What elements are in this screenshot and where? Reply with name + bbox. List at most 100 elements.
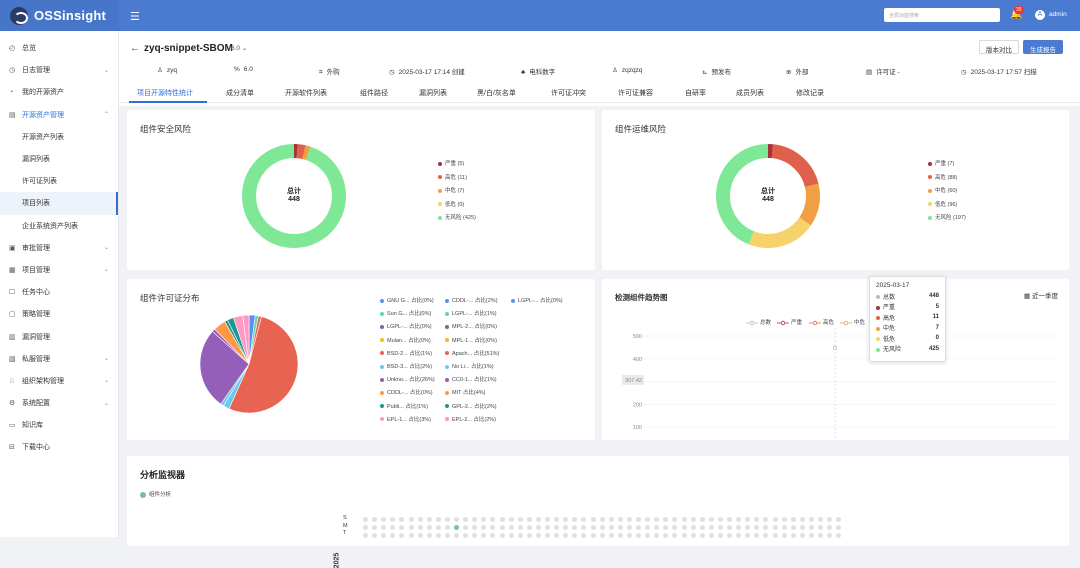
heatmap-cell[interactable] — [572, 533, 577, 538]
legend-item[interactable]: 中危 (60) — [928, 186, 957, 194]
heatmap-cell[interactable] — [490, 525, 495, 530]
heatmap-cell[interactable] — [827, 525, 832, 530]
heatmap-cell[interactable] — [800, 533, 805, 538]
legend-item[interactable]: Mulan... 占比(0%) — [380, 336, 431, 344]
legend-item[interactable]: 低危 (0) — [438, 200, 464, 208]
heatmap-cell[interactable] — [800, 525, 805, 530]
sidebar-item[interactable]: ◷日志管理⌄ — [0, 59, 118, 81]
heatmap-cell[interactable] — [645, 517, 650, 522]
sidebar-item[interactable]: ▥漏洞管理 — [0, 325, 118, 347]
sidebar-item[interactable]: ⊟下载中心 — [0, 436, 118, 458]
version-select[interactable]: 6.0 ⌄ — [231, 44, 247, 52]
legend-item[interactable]: MIT 占比(4%) — [445, 388, 486, 396]
heatmap-cell[interactable] — [418, 533, 423, 538]
heatmap-cell[interactable] — [818, 525, 823, 530]
heatmap-cell[interactable] — [363, 517, 368, 522]
heatmap-cell[interactable] — [636, 533, 641, 538]
heatmap-cell[interactable] — [727, 533, 732, 538]
heatmap-cell[interactable] — [827, 533, 832, 538]
heatmap-cell[interactable] — [691, 517, 696, 522]
heatmap-cell[interactable] — [409, 533, 414, 538]
sidebar-item[interactable]: ◴总览 — [0, 37, 118, 59]
tab[interactable]: 修改记录 — [796, 88, 824, 98]
heatmap-cell[interactable] — [472, 525, 477, 530]
heatmap-cell[interactable] — [618, 533, 623, 538]
heatmap-cell[interactable] — [791, 533, 796, 538]
heatmap-cell[interactable] — [554, 533, 559, 538]
heatmap-cell[interactable] — [645, 533, 650, 538]
heatmap-cell[interactable] — [436, 525, 441, 530]
heatmap-cell[interactable] — [645, 525, 650, 530]
sidebar-item[interactable]: 许可证列表 — [0, 170, 118, 192]
heatmap-cell[interactable] — [654, 517, 659, 522]
heatmap-cell[interactable] — [591, 525, 596, 530]
heatmap-cell[interactable] — [782, 533, 787, 538]
heatmap-cell[interactable] — [454, 533, 459, 538]
legend-item[interactable]: EPL-1... 占比(3%) — [380, 415, 431, 423]
heatmap-cell[interactable] — [427, 525, 432, 530]
heatmap-cell[interactable] — [490, 533, 495, 538]
heatmap-cell[interactable] — [782, 525, 787, 530]
legend-item[interactable]: 无风险 (197) — [928, 213, 966, 221]
legend-item[interactable]: MPL-2... 占比(0%) — [445, 322, 497, 330]
legend-item[interactable]: CDDL-... 占比(0%) — [380, 388, 433, 396]
heatmap-cell[interactable] — [818, 517, 823, 522]
tab[interactable]: 成员列表 — [736, 88, 764, 98]
heatmap-cell[interactable] — [736, 517, 741, 522]
legend-item[interactable]: BSD-2... 占比(1%) — [380, 349, 432, 357]
security-donut-slice[interactable] — [297, 151, 304, 152]
heatmap-cell[interactable] — [745, 517, 750, 522]
legend-item[interactable]: 无风险 (425) — [438, 213, 476, 221]
sidebar-item[interactable]: ▭知识库 — [0, 414, 118, 436]
heatmap-cell[interactable] — [536, 525, 541, 530]
heatmap-cell[interactable] — [627, 517, 632, 522]
heatmap-cell[interactable] — [454, 525, 459, 530]
heatmap-cell[interactable] — [536, 517, 541, 522]
heatmap-cell[interactable] — [418, 517, 423, 522]
legend-item[interactable]: 中危 (7) — [438, 186, 464, 194]
heatmap-cell[interactable] — [509, 517, 514, 522]
heatmap-cell[interactable] — [436, 533, 441, 538]
heatmap-cell[interactable] — [409, 517, 414, 522]
heatmap-cell[interactable] — [609, 533, 614, 538]
heatmap-cell[interactable] — [381, 517, 386, 522]
heatmap-cell[interactable] — [636, 525, 641, 530]
heatmap-cell[interactable] — [463, 517, 468, 522]
trend-legend-item[interactable]: 高危 — [809, 318, 834, 326]
heatmap-cell[interactable] — [791, 525, 796, 530]
heatmap-cell[interactable] — [618, 517, 623, 522]
trend-legend-item[interactable]: 中危 — [840, 318, 865, 326]
heatmap-cell[interactable] — [563, 525, 568, 530]
heatmap-cell[interactable] — [836, 533, 841, 538]
legend-item[interactable]: Unkno... 占比(26%) — [380, 375, 435, 383]
heatmap-cell[interactable] — [545, 533, 550, 538]
heatmap-cell[interactable] — [581, 533, 586, 538]
sidebar-item[interactable]: 企业系统资产列表 — [0, 215, 118, 237]
heatmap-cell[interactable] — [636, 517, 641, 522]
sidebar-item[interactable]: ☐任务中心 — [0, 281, 118, 303]
heatmap-cell[interactable] — [600, 517, 605, 522]
trend-legend-item[interactable]: 严重 — [777, 318, 802, 326]
trend-legend-item[interactable]: 总数 — [746, 318, 771, 326]
back-arrow-icon[interactable]: ← — [130, 43, 140, 54]
legend-item[interactable]: 高危 (88) — [928, 173, 957, 181]
heatmap-cell[interactable] — [381, 533, 386, 538]
heatmap-cell[interactable] — [818, 533, 823, 538]
ops-donut-slice[interactable] — [805, 185, 813, 221]
sidebar-item[interactable]: ▢策略管理 — [0, 303, 118, 325]
heatmap-cell[interactable] — [554, 525, 559, 530]
tab[interactable]: 许可证兼容 — [618, 88, 653, 98]
heatmap-cell[interactable] — [745, 533, 750, 538]
heatmap-cell[interactable] — [718, 517, 723, 522]
heatmap-cell[interactable] — [773, 533, 778, 538]
ops-donut-slice[interactable] — [772, 151, 811, 185]
legend-item[interactable]: Publi... 占比(1%) — [380, 402, 428, 410]
tab[interactable]: 自研率 — [685, 88, 706, 98]
heatmap-cell[interactable] — [509, 533, 514, 538]
heatmap-cell[interactable] — [454, 517, 459, 522]
heatmap-cell[interactable] — [754, 525, 759, 530]
heatmap-cell[interactable] — [727, 517, 732, 522]
heatmap-cell[interactable] — [600, 533, 605, 538]
heatmap-cell[interactable] — [663, 517, 668, 522]
heatmap-cell[interactable] — [763, 517, 768, 522]
